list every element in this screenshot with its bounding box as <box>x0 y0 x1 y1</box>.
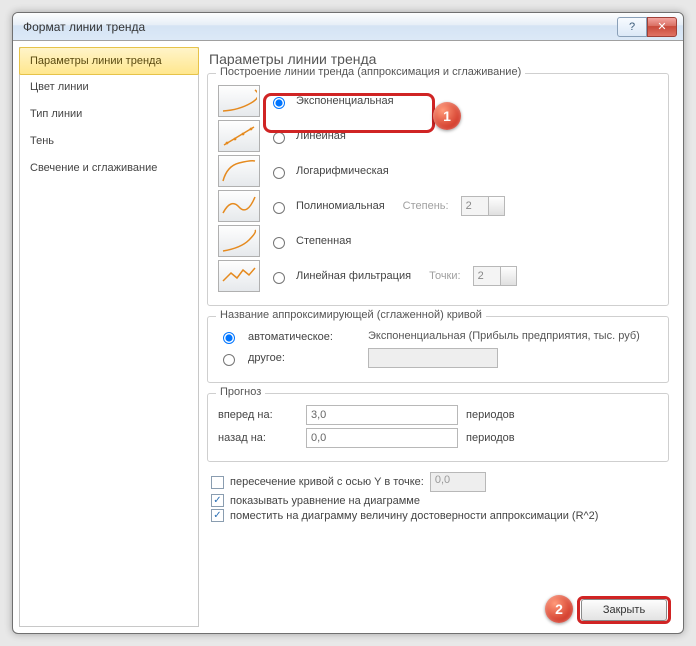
trend-option-moving-average[interactable]: Линейная фильтрация Точки: 2 <box>218 260 658 292</box>
intercept-input: 0,0 <box>430 472 486 492</box>
forecast-backward-label: назад на: <box>218 432 298 444</box>
name-auto-label: автоматическое: <box>248 331 358 343</box>
name-custom-row: другое: <box>218 348 658 368</box>
equation-checkbox[interactable]: ✓ <box>211 494 224 507</box>
content-pane: Параметры линии тренда Построение линии … <box>205 47 677 627</box>
intercept-checkbox[interactable] <box>211 476 224 489</box>
polynomial-degree-spinner: 2 <box>461 196 505 216</box>
forecast-group-label: Прогноз <box>216 386 265 398</box>
polynomial-degree-label: Степень: <box>403 200 449 212</box>
forecast-group: Прогноз вперед на: периодов назад на: пе… <box>207 393 669 462</box>
forecast-forward-unit: периодов <box>466 409 515 421</box>
name-custom-label: другое: <box>248 352 358 364</box>
dialog-footer: Закрыть <box>581 599 667 621</box>
name-custom-radio[interactable] <box>223 354 235 366</box>
r2-checkbox[interactable]: ✓ <box>211 509 224 522</box>
dialog-body: Параметры линии тренда Цвет линии Тип ли… <box>13 41 683 633</box>
r2-label: поместить на диаграмму величину достовер… <box>230 510 598 522</box>
help-button[interactable]: ? <box>617 17 647 37</box>
forecast-forward-input[interactable] <box>306 405 458 425</box>
trendline-name-group-label: Название аппроксимирующей (сглаженной) к… <box>216 309 486 321</box>
exponential-icon <box>218 85 260 117</box>
window-buttons: ? ✕ <box>617 17 677 37</box>
trend-option-linear[interactable]: Линейная <box>218 120 658 152</box>
exponential-radio[interactable] <box>273 97 285 109</box>
callout-badge-2: 2 <box>545 595 573 623</box>
trend-option-power[interactable]: Степенная <box>218 225 658 257</box>
trendline-format-dialog: Формат линии тренда ? ✕ Параметры линии … <box>12 12 684 634</box>
polynomial-label: Полиномиальная <box>296 200 385 212</box>
exponential-label: Экспоненциальная <box>296 95 394 107</box>
titlebar: Формат линии тренда ? ✕ <box>13 13 683 41</box>
linear-radio[interactable] <box>273 132 285 144</box>
nav-item-line-style[interactable]: Тип линии <box>20 101 198 128</box>
nav-item-line-color[interactable]: Цвет линии <box>20 74 198 101</box>
polynomial-radio[interactable] <box>273 202 285 214</box>
nav-item-trendline-options[interactable]: Параметры линии тренда <box>19 47 199 75</box>
polynomial-icon <box>218 190 260 222</box>
linear-label: Линейная <box>296 130 346 142</box>
name-auto-row: автоматическое: Экспоненциальная (Прибыл… <box>218 329 658 344</box>
equation-row: ✓ показывать уравнение на диаграмме <box>211 494 673 507</box>
logarithmic-icon <box>218 155 260 187</box>
forecast-backward-input[interactable] <box>306 428 458 448</box>
logarithmic-radio[interactable] <box>273 167 285 179</box>
intercept-label: пересечение кривой с осью Y в точке: <box>230 476 424 488</box>
r2-row: ✓ поместить на диаграмму величину достов… <box>211 509 673 522</box>
trend-type-group-label: Построение линии тренда (аппроксимация и… <box>216 66 525 78</box>
moving-average-icon <box>218 260 260 292</box>
equation-label: показывать уравнение на диаграмме <box>230 495 420 507</box>
name-auto-value: Экспоненциальная (Прибыль предприятия, т… <box>368 330 658 344</box>
content-heading: Параметры линии тренда <box>209 51 673 67</box>
power-label: Степенная <box>296 235 351 247</box>
trendline-name-group: Название аппроксимирующей (сглаженной) к… <box>207 316 669 383</box>
forecast-backward-unit: периодов <box>466 432 515 444</box>
forecast-forward-label: вперед на: <box>218 409 298 421</box>
power-radio[interactable] <box>273 237 285 249</box>
trend-option-exponential[interactable]: Экспоненциальная <box>218 85 658 117</box>
nav-item-glow[interactable]: Свечение и сглаживание <box>20 155 198 182</box>
window-close-button[interactable]: ✕ <box>647 17 677 37</box>
close-button[interactable]: Закрыть <box>581 599 667 621</box>
moving-average-period-spinner: 2 <box>473 266 517 286</box>
name-auto-radio[interactable] <box>223 332 235 344</box>
forecast-forward-row: вперед на: периодов <box>218 405 658 425</box>
logarithmic-label: Логарифмическая <box>296 165 389 177</box>
nav-item-shadow[interactable]: Тень <box>20 128 198 155</box>
trend-option-polynomial[interactable]: Полиномиальная Степень: 2 <box>218 190 658 222</box>
trend-type-group: Построение линии тренда (аппроксимация и… <box>207 73 669 306</box>
moving-average-radio[interactable] <box>273 272 285 284</box>
trend-option-logarithmic[interactable]: Логарифмическая <box>218 155 658 187</box>
moving-average-label: Линейная фильтрация <box>296 270 411 282</box>
linear-icon <box>218 120 260 152</box>
window-title: Формат линии тренда <box>23 20 617 34</box>
intercept-row: пересечение кривой с осью Y в точке: 0,0 <box>211 472 673 492</box>
forecast-backward-row: назад на: периодов <box>218 428 658 448</box>
category-nav: Параметры линии тренда Цвет линии Тип ли… <box>19 47 199 627</box>
power-icon <box>218 225 260 257</box>
moving-average-period-label: Точки: <box>429 270 460 282</box>
name-custom-input <box>368 348 498 368</box>
